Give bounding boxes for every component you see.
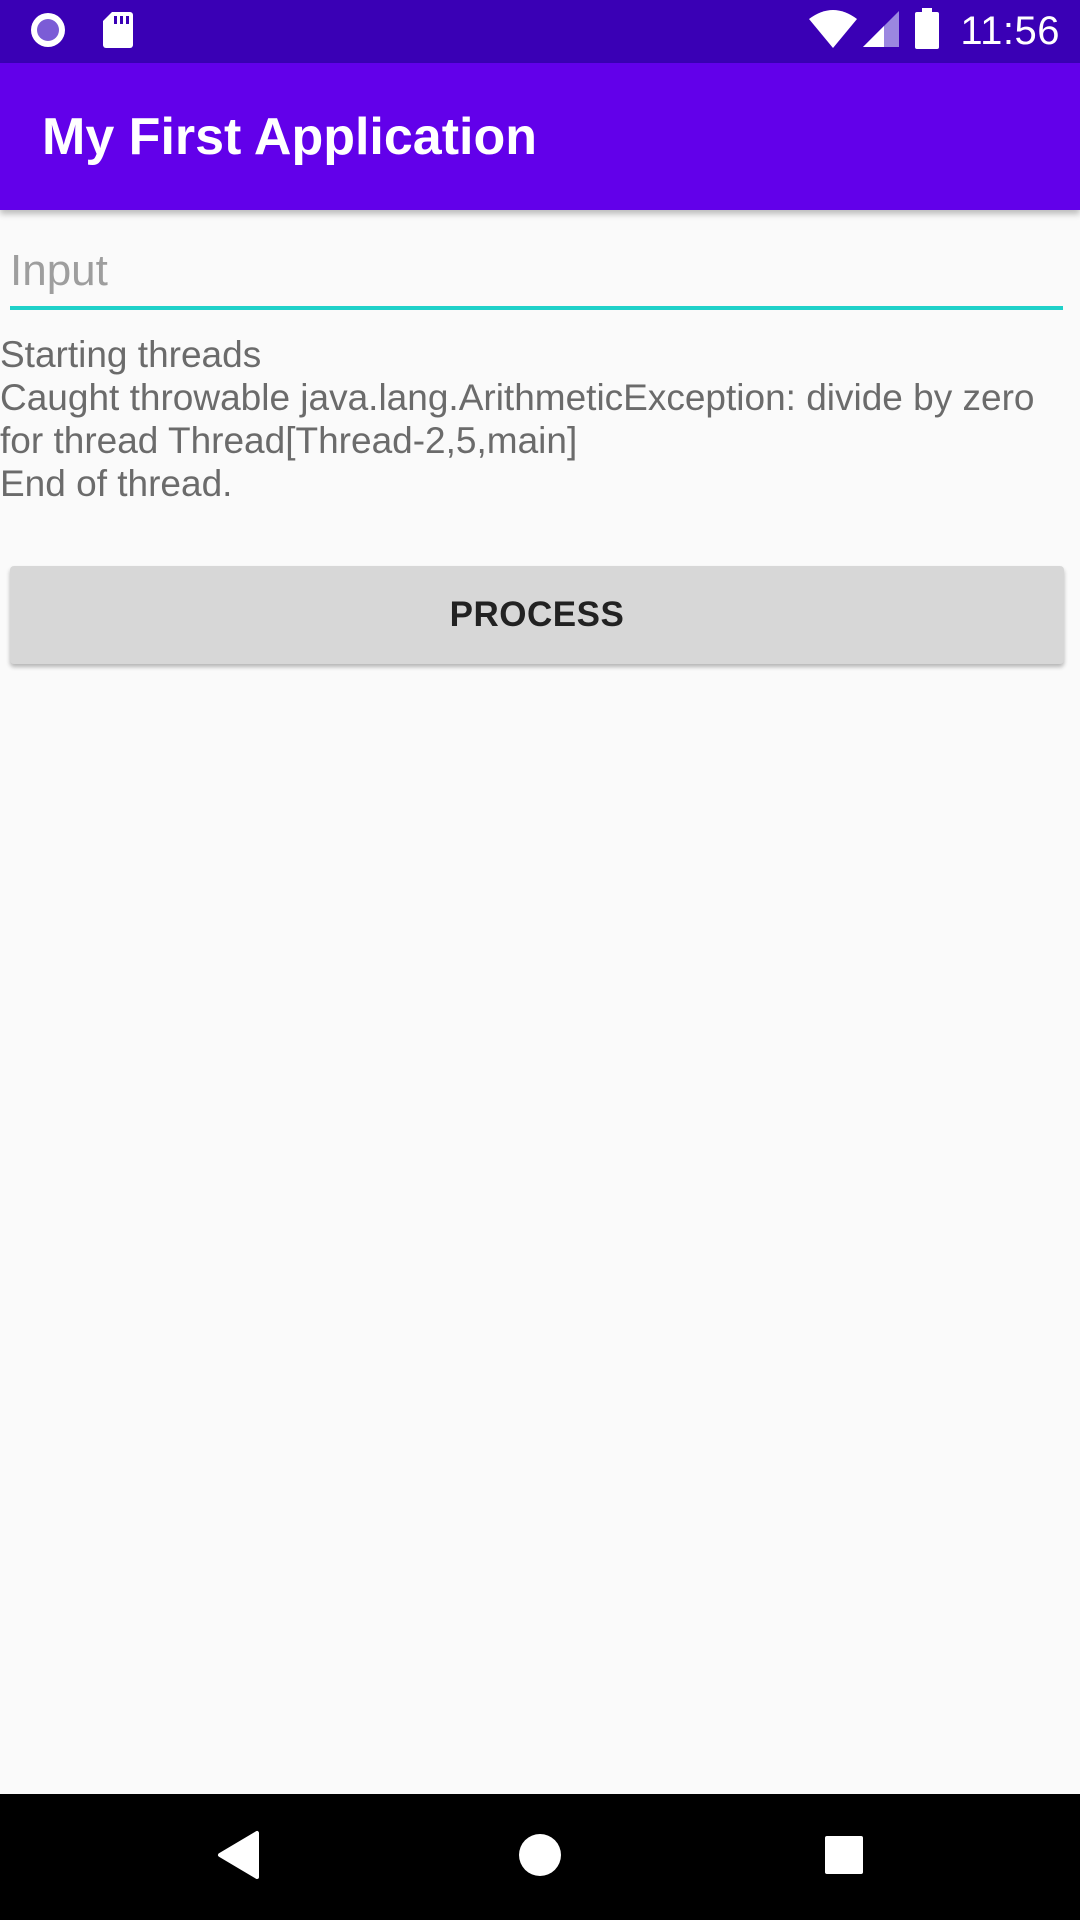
back-icon	[216, 1830, 260, 1885]
recents-icon	[824, 1835, 864, 1880]
status-time: 11:56	[960, 8, 1060, 53]
output-line: Starting threads	[0, 334, 262, 375]
wifi-icon	[808, 9, 858, 54]
recents-button[interactable]	[811, 1824, 877, 1890]
battery-icon	[914, 7, 940, 55]
app-title: My First Application	[42, 108, 537, 166]
nav-bar	[0, 1794, 1080, 1920]
home-icon	[518, 1833, 562, 1882]
output-text: Starting threads Caught throwable java.l…	[0, 333, 1075, 505]
cell-signal-icon	[862, 10, 900, 53]
output-line: Caught throwable java.lang.ArithmeticExc…	[0, 377, 1035, 418]
status-left-icons	[28, 10, 134, 55]
output-line: for thread Thread[Thread-2,5,main]	[0, 420, 578, 461]
status-right-icons: 11:56	[808, 6, 1060, 56]
sd-card-icon	[102, 11, 134, 54]
home-button[interactable]	[507, 1824, 573, 1890]
app-bar: My First Application	[0, 63, 1080, 210]
input-field[interactable]	[10, 236, 1063, 310]
app-notification-icon	[28, 10, 68, 55]
back-button[interactable]	[205, 1824, 271, 1890]
output-line: End of thread.	[0, 463, 233, 504]
process-button[interactable]: PROCESS	[10, 566, 1064, 664]
status-bar: 11:56	[0, 0, 1080, 63]
